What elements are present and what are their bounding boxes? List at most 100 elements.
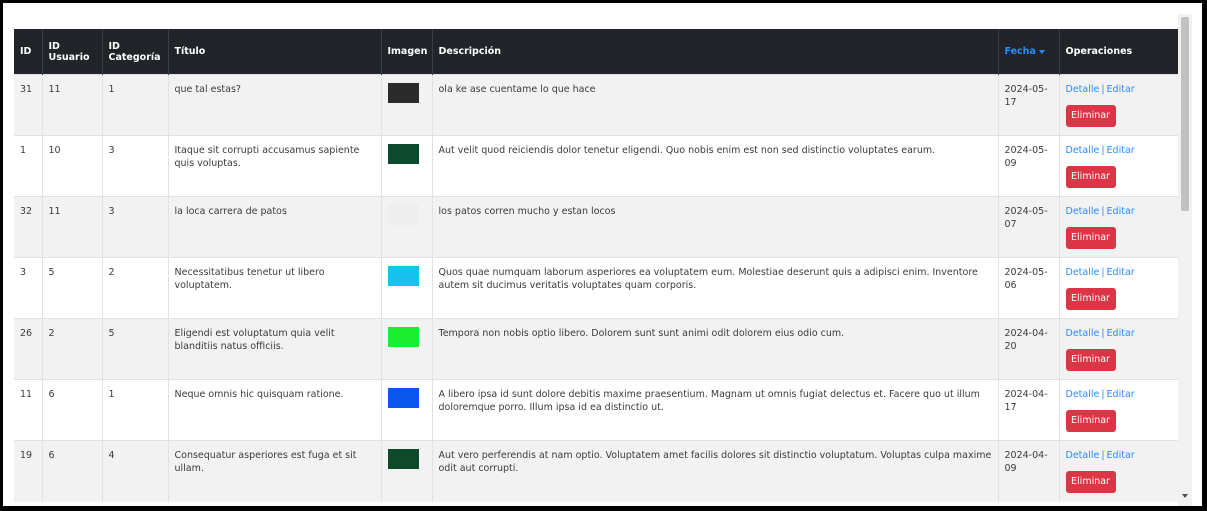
link-separator: |: [1101, 389, 1105, 400]
header-imagen: Imagen: [381, 29, 433, 75]
cell-usuario: 5: [42, 257, 103, 319]
cell-descripcion: Aut vero perferendis at nam optio. Volup…: [432, 440, 999, 502]
cell-categoria: 5: [102, 318, 169, 380]
cell-descripcion: ola ke ase cuentame lo que hace: [432, 74, 999, 136]
editar-link[interactable]: Editar: [1107, 389, 1135, 400]
cell-categoria: 4: [102, 440, 169, 502]
cell-operaciones: Detalle | Editar Eliminar: [1059, 318, 1179, 380]
posts-table-container: ID ID Usuario ID Categoría Título Imagen D…: [14, 29, 1179, 506]
eliminar-button[interactable]: Eliminar: [1065, 104, 1116, 127]
detalle-link[interactable]: Detalle: [1066, 450, 1100, 461]
detalle-link[interactable]: Detalle: [1066, 84, 1100, 95]
scroll-down-arrow-icon[interactable]: [1182, 494, 1188, 498]
cell-fecha: 2024-05-06: [998, 257, 1060, 319]
cell-fecha: 2024-04-20: [998, 318, 1060, 380]
detalle-link[interactable]: Detalle: [1066, 145, 1100, 156]
cell-usuario: 11: [42, 196, 103, 258]
detalle-link[interactable]: Detalle: [1066, 328, 1100, 339]
cell-categoria: 3: [102, 135, 169, 197]
cell-id: 3: [14, 257, 43, 319]
cell-operaciones: Detalle | Editar Eliminar: [1059, 379, 1179, 441]
detalle-link[interactable]: Detalle: [1066, 267, 1100, 278]
cell-imagen: [381, 257, 433, 319]
table-header-row: ID ID Usuario ID Categoría Título Imagen D…: [14, 29, 1179, 75]
post-thumbnail: [387, 266, 419, 286]
cell-fecha: 2024-05-17: [998, 74, 1060, 136]
table-row: 1 10 3 Itaque sit corrupti accusamus sap…: [14, 135, 1179, 197]
scrollbar-thumb[interactable]: [1181, 17, 1189, 211]
header-titulo: Título: [168, 29, 382, 75]
cell-imagen: [381, 318, 433, 380]
cell-imagen: [381, 74, 433, 136]
eliminar-button[interactable]: Eliminar: [1065, 470, 1116, 493]
table-row: 32 11 3 la loca carrera de patos los pat…: [14, 196, 1179, 258]
editar-link[interactable]: Editar: [1107, 84, 1135, 95]
cell-operaciones: Detalle | Editar Eliminar: [1059, 257, 1179, 319]
header-operaciones: Operaciones: [1059, 29, 1179, 75]
cell-descripcion: Aut velit quod reiciendis dolor tenetur …: [432, 135, 999, 197]
eliminar-button[interactable]: Eliminar: [1065, 226, 1116, 249]
post-thumbnail: [387, 205, 419, 225]
editar-link[interactable]: Editar: [1107, 267, 1135, 278]
cell-titulo: Neque omnis hic quisquam ratione.: [168, 379, 382, 441]
table-row: 19 6 4 Consequatur asperiores est fuga e…: [14, 440, 1179, 502]
header-descripcion: Descripción: [432, 29, 999, 75]
cell-id: 1: [14, 135, 43, 197]
cell-titulo: Necessitatibus tenetur ut libero volupta…: [168, 257, 382, 319]
table-row: 31 11 1 que tal estas? ola ke ase cuenta…: [14, 74, 1179, 136]
cell-categoria: 1: [102, 379, 169, 441]
cell-usuario: 2: [42, 318, 103, 380]
table-row: 3 5 2 Necessitatibus tenetur ut libero v…: [14, 257, 1179, 319]
detalle-link[interactable]: Detalle: [1066, 389, 1100, 400]
cell-categoria: 3: [102, 196, 169, 258]
cell-usuario: 10: [42, 135, 103, 197]
editar-link[interactable]: Editar: [1107, 450, 1135, 461]
cell-id: 11: [14, 379, 43, 441]
link-separator: |: [1101, 145, 1105, 156]
editar-link[interactable]: Editar: [1107, 145, 1135, 156]
cell-id: 32: [14, 196, 43, 258]
cell-titulo: Consequatur asperiores est fuga et sit u…: [168, 440, 382, 502]
post-thumbnail: [387, 327, 419, 347]
post-thumbnail: [387, 388, 419, 408]
cell-id: 26: [14, 318, 43, 380]
cell-categoria: 2: [102, 257, 169, 319]
eliminar-button[interactable]: Eliminar: [1065, 287, 1116, 310]
cell-fecha: 2024-04-09: [998, 440, 1060, 502]
header-fecha-sort-link[interactable]: Fecha: [998, 29, 1060, 75]
post-thumbnail: [387, 144, 419, 164]
eliminar-button[interactable]: Eliminar: [1065, 348, 1116, 371]
page-frame: ID ID Usuario ID Categoría Título Imagen D…: [3, 3, 1202, 506]
eliminar-button[interactable]: Eliminar: [1065, 409, 1116, 432]
cell-id: 31: [14, 74, 43, 136]
table-row: 26 2 5 Eligendi est voluptatum quia veli…: [14, 318, 1179, 380]
header-id-categoria: ID Categoría: [102, 29, 169, 75]
cell-titulo: Eligendi est voluptatum quia velit bland…: [168, 318, 382, 380]
eliminar-button[interactable]: Eliminar: [1065, 165, 1116, 188]
cell-id: 19: [14, 440, 43, 502]
cell-fecha: 2024-04-17: [998, 379, 1060, 441]
cell-descripcion: A libero ipsa id sunt dolore debitis max…: [432, 379, 999, 441]
cell-usuario: 6: [42, 440, 103, 502]
post-thumbnail: [387, 449, 419, 469]
cell-descripcion: Quos quae numquam laborum asperiores ea …: [432, 257, 999, 319]
detalle-link[interactable]: Detalle: [1066, 206, 1100, 217]
link-separator: |: [1101, 84, 1105, 95]
cell-operaciones: Detalle | Editar Eliminar: [1059, 196, 1179, 258]
cell-descripcion: Tempora non nobis optio libero. Dolorem …: [432, 318, 999, 380]
editar-link[interactable]: Editar: [1107, 328, 1135, 339]
vertical-scrollbar[interactable]: [1178, 14, 1192, 506]
cell-operaciones: Detalle | Editar Eliminar: [1059, 135, 1179, 197]
cell-usuario: 11: [42, 74, 103, 136]
link-separator: |: [1101, 328, 1105, 339]
link-separator: |: [1101, 450, 1105, 461]
cell-titulo: que tal estas?: [168, 74, 382, 136]
cell-usuario: 6: [42, 379, 103, 441]
cell-imagen: [381, 196, 433, 258]
cell-titulo: Itaque sit corrupti accusamus sapiente q…: [168, 135, 382, 197]
link-separator: |: [1101, 267, 1105, 278]
cell-imagen: [381, 135, 433, 197]
editar-link[interactable]: Editar: [1107, 206, 1135, 217]
cell-imagen: [381, 379, 433, 441]
cell-categoria: 1: [102, 74, 169, 136]
